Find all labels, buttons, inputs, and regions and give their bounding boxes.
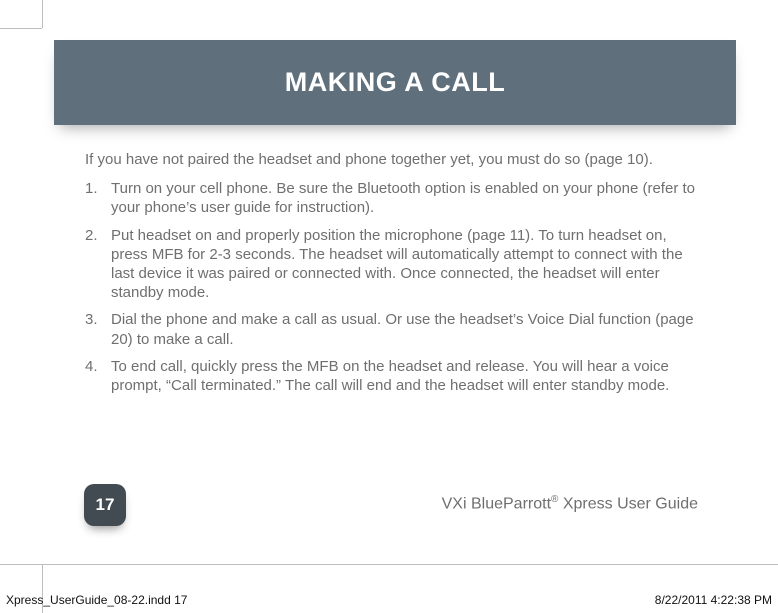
step-number: 3. xyxy=(85,310,111,348)
crop-mark xyxy=(42,0,43,28)
step-text: Dial the phone and make a call as usual.… xyxy=(111,310,705,348)
intro-text: If you have not paired the headset and p… xyxy=(85,150,705,169)
step-number: 2. xyxy=(85,226,111,303)
guide-name: VXi BlueParrott® Xpress User Guide xyxy=(442,494,698,513)
crop-mark xyxy=(0,564,778,565)
slug-file: Xpress_UserGuide_08-22.indd 17 xyxy=(6,593,187,607)
step-number: 4. xyxy=(85,357,111,395)
step-number: 1. xyxy=(85,179,111,217)
list-item: 2. Put headset on and properly position … xyxy=(85,226,705,303)
steps-list: 1. Turn on your cell phone. Be sure the … xyxy=(85,179,705,395)
list-item: 4. To end call, quickly press the MFB on… xyxy=(85,357,705,395)
step-text: To end call, quickly press the MFB on th… xyxy=(111,357,705,395)
slug-line: Xpress_UserGuide_08-22.indd 17 8/22/2011… xyxy=(6,593,772,607)
guide-prefix: VXi BlueParrott xyxy=(442,495,551,512)
page-title: MAKING A CALL xyxy=(285,67,505,98)
footer: 17 VXi BlueParrott® Xpress User Guide xyxy=(70,478,720,536)
page-number-badge: 17 xyxy=(84,484,126,526)
slug-timestamp: 8/22/2011 4:22:38 PM xyxy=(655,593,772,607)
list-item: 1. Turn on your cell phone. Be sure the … xyxy=(85,179,705,217)
crop-mark xyxy=(0,28,42,29)
guide-suffix: Xpress User Guide xyxy=(558,495,698,512)
step-text: Turn on your cell phone. Be sure the Blu… xyxy=(111,179,705,217)
step-text: Put headset on and properly position the… xyxy=(111,226,705,303)
body-content: If you have not paired the headset and p… xyxy=(85,150,705,403)
header-banner: MAKING A CALL xyxy=(54,40,736,125)
list-item: 3. Dial the phone and make a call as usu… xyxy=(85,310,705,348)
